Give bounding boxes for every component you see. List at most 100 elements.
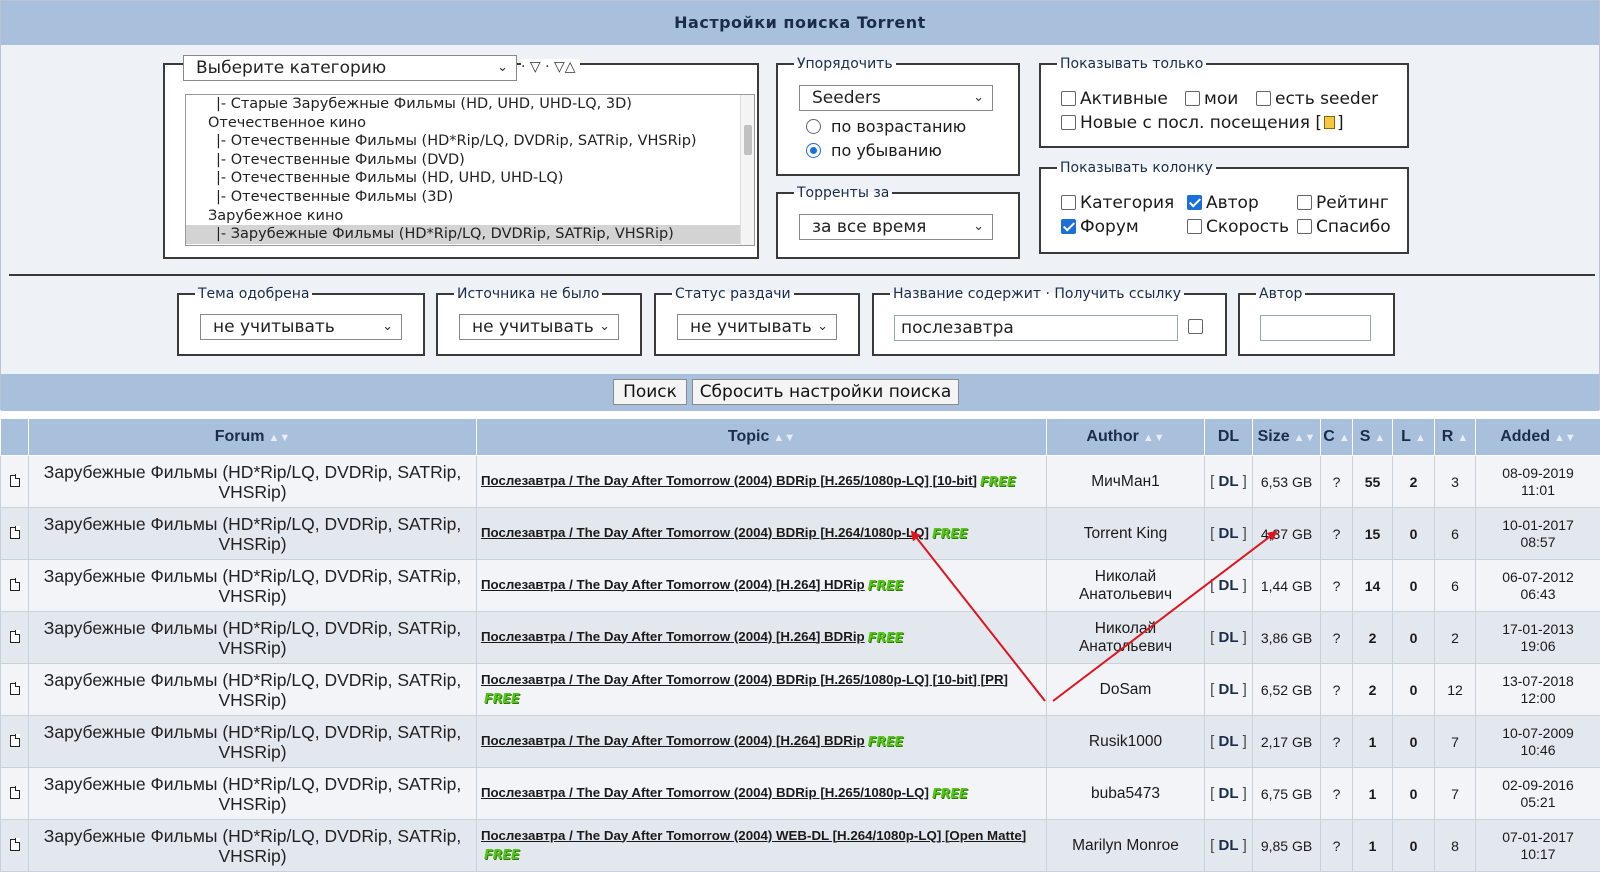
active-checkbox[interactable] — [1061, 91, 1076, 106]
author-cell[interactable]: Torrent King — [1047, 508, 1205, 560]
filter-has-seeder[interactable]: есть seeder — [1256, 89, 1378, 109]
dl-cell[interactable]: [ DL ] — [1205, 560, 1253, 612]
reset-button[interactable]: Сбросить настройки поиска — [692, 379, 959, 405]
author-input[interactable] — [1260, 315, 1371, 341]
author-cell[interactable]: DoSam — [1047, 664, 1205, 716]
forum-cell[interactable]: Зарубежные Фильмы (HD*Rip/LQ, DVDRip, SA… — [29, 456, 477, 508]
title-search-input[interactable]: послезавтра — [894, 315, 1178, 341]
sort-desc-option[interactable]: по убыванию — [806, 141, 942, 160]
column-rating[interactable]: Рейтинг — [1297, 193, 1389, 213]
author-cell[interactable]: Николай Анатольевич — [1047, 612, 1205, 664]
topic-link[interactable]: Послезавтра / The Day After Tomorrow (20… — [481, 473, 977, 488]
size-column-header[interactable]: Size▲▼ — [1253, 419, 1321, 456]
approved-select[interactable]: не учитывать ⌄ — [200, 314, 402, 340]
forum-cell[interactable]: Зарубежные Фильмы (HD*Rip/LQ, DVDRip, SA… — [29, 612, 477, 664]
author-column-checkbox[interactable] — [1187, 195, 1202, 210]
mine-checkbox[interactable] — [1185, 91, 1200, 106]
forum-cell[interactable]: Зарубежные Фильмы (HD*Rip/LQ, DVDRip, SA… — [29, 820, 477, 872]
author-cell[interactable]: Marilyn Monroe — [1047, 820, 1205, 872]
dl-cell[interactable]: [ DL ] — [1205, 508, 1253, 560]
size-cell: 6,53 GB — [1253, 456, 1321, 508]
has-seeder-checkbox[interactable] — [1256, 91, 1271, 106]
column-forum[interactable]: Форум — [1061, 217, 1139, 237]
download-link[interactable]: DL — [1219, 733, 1239, 750]
status-select[interactable]: не учитывать ⌄ — [677, 314, 837, 340]
download-link[interactable]: DL — [1219, 525, 1239, 542]
category-option[interactable]: |- Зарубежные Фильмы (HD*Rip/LQ, DVDRip,… — [186, 225, 754, 244]
download-link[interactable]: DL — [1219, 837, 1239, 854]
download-link[interactable]: DL — [1219, 473, 1239, 490]
c-column-header[interactable]: C▲ — [1321, 419, 1353, 456]
topic-link[interactable]: Послезавтра / The Day After Tomorrow (20… — [481, 525, 929, 540]
topic-link[interactable]: Послезавтра / The Day After Tomorrow (20… — [481, 785, 929, 800]
sort-desc-radio[interactable] — [806, 143, 821, 158]
r-column-header[interactable]: R▲ — [1435, 419, 1476, 456]
category-option[interactable]: |- Отечественные Фильмы (HD*Rip/LQ, DVDR… — [186, 132, 754, 151]
topic-column-header[interactable]: Topic▲▼ — [477, 419, 1047, 456]
listbox-scrollbar[interactable] — [740, 95, 754, 245]
category-option[interactable]: |- Отечественные Фильмы (3D) — [186, 188, 754, 207]
dl-cell[interactable]: [ DL ] — [1205, 612, 1253, 664]
thanks-column-checkbox[interactable] — [1297, 219, 1312, 234]
category-listbox[interactable]: |- Старые Зарубежные Фильмы (HD, UHD, UH… — [185, 94, 755, 246]
size-cell: 1,44 GB — [1253, 560, 1321, 612]
forum-column-checkbox[interactable] — [1061, 219, 1076, 234]
author-cell[interactable]: Николай Анатольевич — [1047, 560, 1205, 612]
forum-cell[interactable]: Зарубежные Фильмы (HD*Rip/LQ, DVDRip, SA… — [29, 716, 477, 768]
filter-active[interactable]: Активные — [1061, 89, 1168, 109]
author-column-header[interactable]: Author▲▼ — [1047, 419, 1205, 456]
file-icon — [10, 475, 20, 487]
column-author[interactable]: Автор — [1187, 193, 1259, 213]
new-since-checkbox[interactable] — [1061, 115, 1076, 130]
category-option[interactable]: Зарубежное кино — [186, 207, 754, 226]
sort-asc-option[interactable]: по возрастанию — [806, 117, 966, 136]
forum-cell[interactable]: Зарубежные Фильмы (HD*Rip/LQ, DVDRip, SA… — [29, 664, 477, 716]
topic-link[interactable]: Послезавтра / The Day After Tomorrow (20… — [481, 629, 865, 644]
category-column-checkbox[interactable] — [1061, 195, 1076, 210]
forum-cell[interactable]: Зарубежные Фильмы (HD*Rip/LQ, DVDRip, SA… — [29, 508, 477, 560]
forum-cell[interactable]: Зарубежные Фильмы (HD*Rip/LQ, DVDRip, SA… — [29, 560, 477, 612]
category-option[interactable]: Отечественное кино — [186, 114, 754, 133]
forum-cell[interactable]: Зарубежные Фильмы (HD*Rip/LQ, DVDRip, SA… — [29, 768, 477, 820]
dl-cell[interactable]: [ DL ] — [1205, 820, 1253, 872]
category-expand-links[interactable]: · ▽ · ▽△ — [521, 59, 580, 75]
seeders-cell: 1 — [1353, 820, 1393, 872]
category-option[interactable]: |- Старые Зарубежные Фильмы (HD, UHD, UH… — [186, 95, 754, 114]
dl-cell[interactable]: [ DL ] — [1205, 768, 1253, 820]
dl-cell[interactable]: [ DL ] — [1205, 456, 1253, 508]
download-link[interactable]: DL — [1219, 785, 1239, 802]
topic-link[interactable]: Послезавтра / The Day After Tomorrow (20… — [481, 828, 1026, 843]
author-cell[interactable]: МичМан1 — [1047, 456, 1205, 508]
category-select[interactable]: Выберите категорию ⌄ — [183, 55, 517, 81]
download-link[interactable]: DL — [1219, 577, 1239, 594]
l-column-header[interactable]: L▲ — [1393, 419, 1435, 456]
sort-asc-radio[interactable] — [806, 119, 821, 134]
topic-link[interactable]: Послезавтра / The Day After Tomorrow (20… — [481, 672, 1008, 687]
topic-link[interactable]: Послезавтра / The Day After Tomorrow (20… — [481, 733, 865, 748]
sort-by-select[interactable]: Seeders ⌄ — [799, 85, 993, 111]
author-cell[interactable]: buba5473 — [1047, 768, 1205, 820]
speed-column-checkbox[interactable] — [1187, 219, 1202, 234]
filter-new-since[interactable]: Новые с посл. посещения [] — [1061, 113, 1344, 133]
column-speed[interactable]: Скорость — [1187, 217, 1289, 237]
topic-link[interactable]: Послезавтра / The Day After Tomorrow (20… — [481, 577, 865, 592]
category-option[interactable]: |- Отечественные Фильмы (DVD) — [186, 151, 754, 170]
s-column-header[interactable]: S▲ — [1353, 419, 1393, 456]
rating-column-checkbox[interactable] — [1297, 195, 1312, 210]
category-option[interactable]: |- Отечественные Фильмы (HD, UHD, UHD-LQ… — [186, 169, 754, 188]
dl-cell[interactable]: [ DL ] — [1205, 716, 1253, 768]
period-select[interactable]: за все время ⌄ — [799, 214, 993, 240]
title-exact-checkbox[interactable] — [1188, 319, 1203, 334]
forum-column-header[interactable]: Forum▲▼ — [29, 419, 477, 456]
column-thanks[interactable]: Спасибо — [1297, 217, 1391, 237]
added-column-header[interactable]: Added▲▼ — [1476, 419, 1600, 456]
get-link[interactable]: · Получить ссылку — [1045, 286, 1181, 302]
download-link[interactable]: DL — [1219, 629, 1239, 646]
download-link[interactable]: DL — [1219, 681, 1239, 698]
dl-cell[interactable]: [ DL ] — [1205, 664, 1253, 716]
no-source-select[interactable]: не учитывать ⌄ — [459, 314, 619, 340]
search-button[interactable]: Поиск — [613, 379, 687, 405]
column-category[interactable]: Категория — [1061, 193, 1174, 213]
filter-mine[interactable]: мои — [1185, 89, 1238, 109]
author-cell[interactable]: Rusik1000 — [1047, 716, 1205, 768]
